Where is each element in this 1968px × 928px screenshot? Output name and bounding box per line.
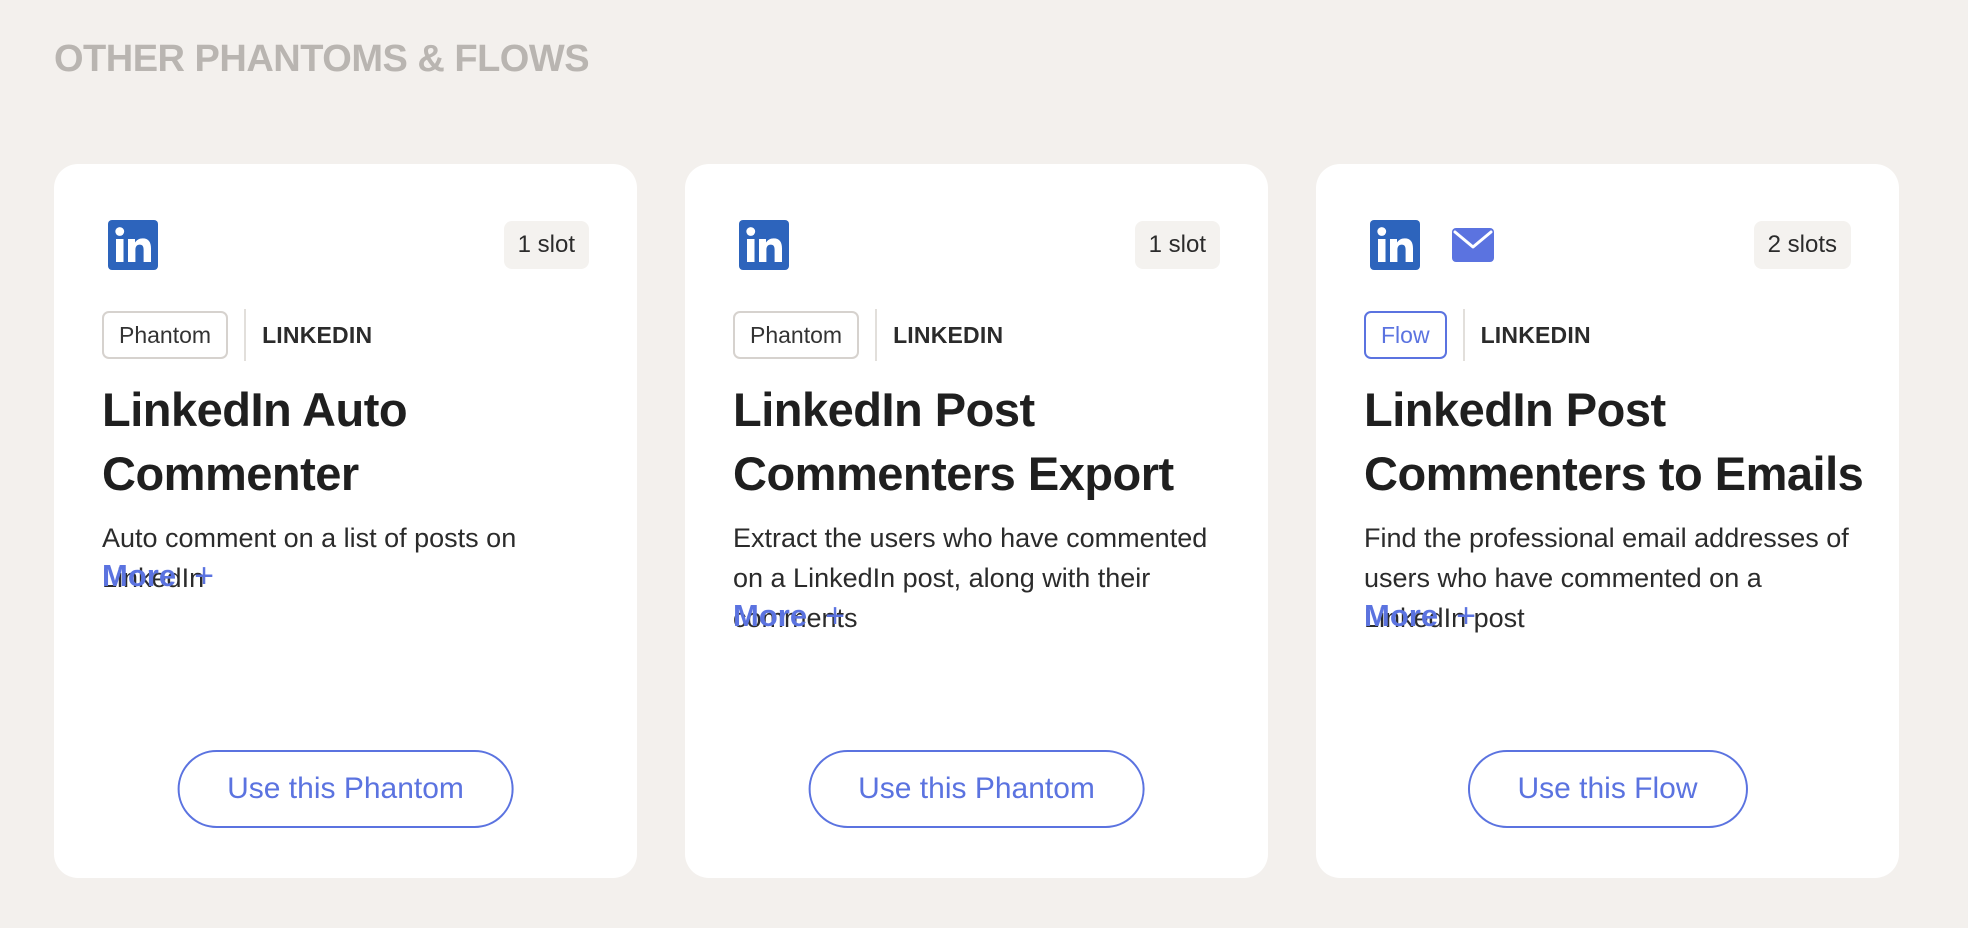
- card-list: 1 slot Phantom LINKEDIN LinkedIn Auto Co…: [54, 164, 1899, 878]
- platform-label: LINKEDIN: [1480, 321, 1591, 348]
- tag-divider: [244, 309, 247, 361]
- plus-icon: +: [1456, 597, 1476, 635]
- more-link[interactable]: More +: [733, 598, 845, 634]
- plus-icon: +: [825, 597, 845, 635]
- type-tag: Flow: [1364, 311, 1447, 359]
- card-title: LinkedIn Post Commenters Export: [733, 383, 1174, 500]
- more-label: More: [733, 598, 808, 633]
- card-header: 2 slots: [1370, 218, 1851, 272]
- tag-row: Phantom LINKEDIN: [102, 309, 373, 361]
- more-label: More: [1364, 598, 1439, 633]
- use-flow-button[interactable]: Use this Flow: [1467, 750, 1748, 828]
- use-phantom-button[interactable]: Use this Phantom: [808, 750, 1145, 828]
- tag-row: Phantom LINKEDIN: [733, 309, 1004, 361]
- slot-badge: 1 slot: [1134, 221, 1220, 269]
- linkedin-icon: [108, 220, 158, 270]
- section-title: OTHER PHANTOMS & FLOWS: [54, 38, 590, 80]
- linkedin-icon: [739, 220, 789, 270]
- slot-badge: 2 slots: [1753, 221, 1851, 269]
- platform-label: LINKEDIN: [893, 321, 1004, 348]
- tag-divider: [875, 309, 878, 361]
- card-title: LinkedIn Auto Commenter: [102, 383, 408, 500]
- plus-icon: +: [194, 557, 214, 595]
- platform-label: LINKEDIN: [262, 321, 373, 348]
- tag-row: Flow LINKEDIN: [1364, 309, 1591, 361]
- card-title: LinkedIn Post Commenters to Emails: [1364, 383, 1864, 500]
- tag-divider: [1462, 309, 1465, 361]
- type-tag: Phantom: [102, 311, 229, 359]
- slot-badge: 1 slot: [503, 221, 589, 269]
- phantom-card: 1 slot Phantom LINKEDIN LinkedIn Auto Co…: [54, 164, 637, 878]
- phantom-card: 1 slot Phantom LINKEDIN LinkedIn Post Co…: [685, 164, 1268, 878]
- type-tag: Phantom: [733, 311, 860, 359]
- card-icons: [739, 220, 789, 270]
- card-icons: [1370, 220, 1494, 270]
- more-link[interactable]: More +: [102, 558, 214, 594]
- use-phantom-button[interactable]: Use this Phantom: [177, 750, 514, 828]
- email-icon: [1452, 228, 1494, 262]
- more-link[interactable]: More +: [1364, 598, 1476, 634]
- linkedin-icon: [1370, 220, 1420, 270]
- more-label: More: [102, 558, 177, 593]
- flow-card: 2 slots Flow LINKEDIN LinkedIn Post Comm…: [1316, 164, 1899, 878]
- card-header: 1 slot: [108, 218, 589, 272]
- card-header: 1 slot: [739, 218, 1220, 272]
- card-icons: [108, 220, 158, 270]
